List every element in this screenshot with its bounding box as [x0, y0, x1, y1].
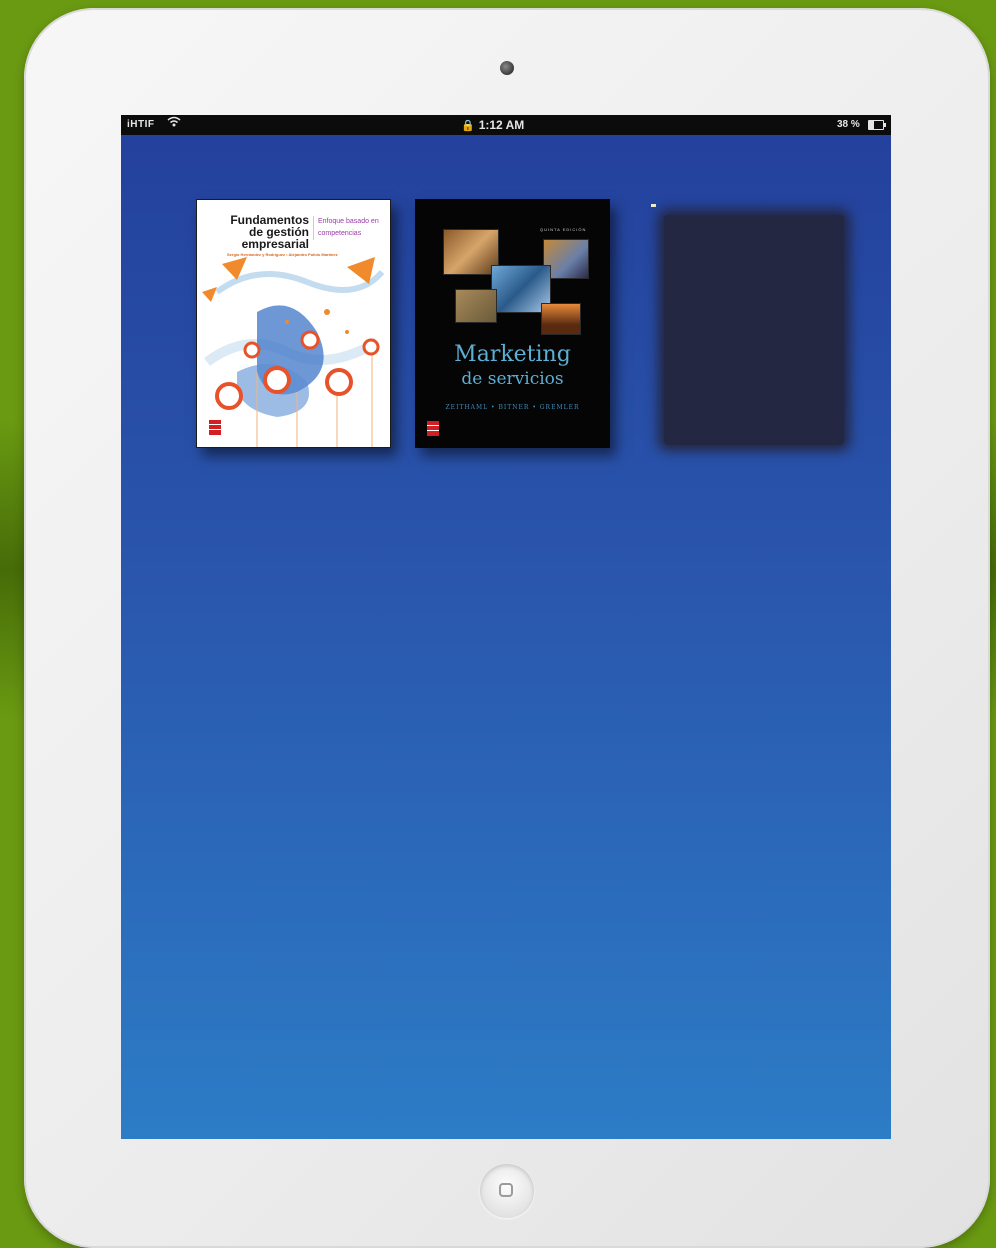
tablet-screen: iHTIF 🔒 1:12 AM 38 % Fundamentos de gesti… — [121, 115, 891, 1139]
carrier-label: iHTIF — [127, 119, 155, 130]
battery-icon — [868, 120, 886, 130]
book-edition: QUINTA EDICIÓN — [540, 227, 587, 232]
home-square-icon — [499, 1183, 513, 1197]
battery-percent: 38 % — [837, 119, 860, 130]
cover-artwork — [202, 257, 385, 447]
lock-icon: 🔒 — [461, 120, 475, 132]
book-cover-fundamentos[interactable]: Fundamentos de gestión empresarial Enfoq… — [196, 199, 391, 448]
tablet-frame: iHTIF 🔒 1:12 AM 38 % Fundamentos de gesti… — [24, 8, 990, 1248]
book-subtitle: de servicios — [461, 369, 564, 389]
book-cover-marketing[interactable]: QUINTA EDICIÓN Marketing de servicios ZE… — [415, 199, 610, 448]
time-label: 1:12 AM — [478, 118, 525, 132]
mcgraw-hill-logo — [427, 421, 439, 436]
book-title: Marketing — [454, 342, 571, 367]
status-time: 🔒 1:12 AM — [461, 115, 524, 136]
status-bar: iHTIF 🔒 1:12 AM 38 % — [121, 115, 891, 135]
home-button[interactable] — [480, 1164, 534, 1218]
cursor-marker — [651, 204, 656, 207]
book-title: Fundamentos de gestión empresarial — [230, 213, 309, 251]
wifi-icon — [167, 115, 181, 135]
camera-icon — [500, 61, 514, 75]
cover-photo — [541, 303, 581, 335]
book-subtitle: Enfoque basado en competencias — [313, 216, 388, 240]
mcgraw-hill-logo — [209, 420, 221, 435]
book-placeholder — [664, 215, 844, 445]
cover-photo — [455, 289, 497, 323]
book-authors: ZEITHAML • BITNER • GREMLER — [445, 404, 580, 411]
